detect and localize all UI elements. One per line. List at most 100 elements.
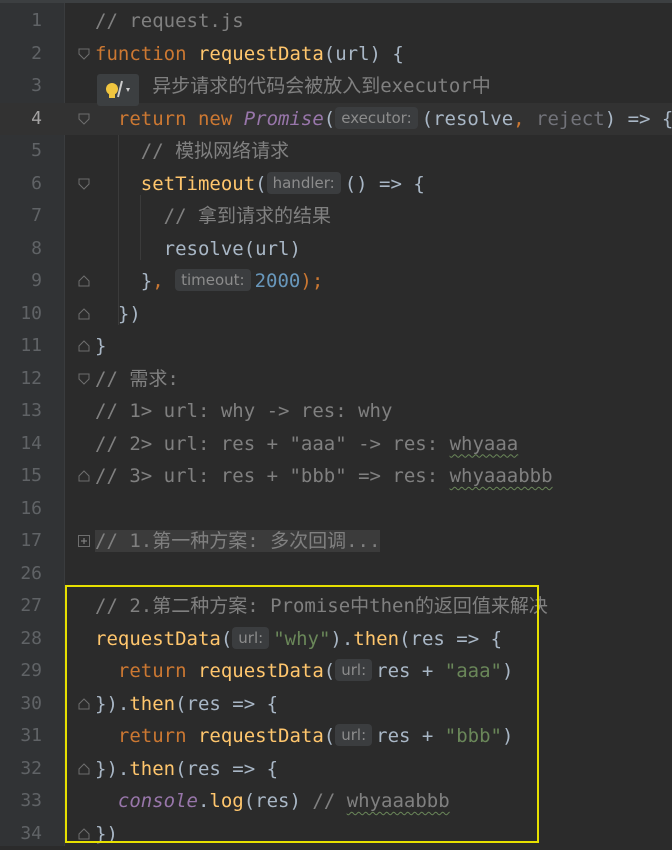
line-number[interactable]: 30 (0, 688, 42, 721)
code-text[interactable]: // 拿到请求的结果 (95, 200, 331, 233)
fold-expand-icon[interactable] (78, 535, 90, 547)
code-line-1[interactable]: 1 // request.js (0, 5, 672, 38)
code-token: // 1.第一种方案: 多次回调... (95, 530, 380, 552)
line-number[interactable]: 4 (0, 103, 42, 136)
code-token: (url) { (324, 43, 404, 65)
code-token: ( (255, 173, 266, 195)
parameter-hint: handler: (267, 172, 341, 194)
fold-marker-icon[interactable] (78, 178, 90, 190)
code-token: resolve(url) (95, 238, 301, 260)
code-token: , (513, 108, 536, 130)
line-number[interactable]: 16 (0, 493, 42, 526)
code-text[interactable]: // 需求: (95, 363, 179, 396)
fold-marker-icon[interactable] (78, 48, 90, 60)
code-text[interactable]: // 2> url: res + "aaa" -> res: whyaaa (95, 428, 518, 461)
line-number[interactable]: 7 (0, 200, 42, 233)
code-token: 异步请求的代码会被放入到executor中 (95, 75, 491, 97)
line-number[interactable]: 28 (0, 623, 42, 656)
code-line-5[interactable]: 5 // 模拟网络请求 (0, 135, 672, 168)
code-line-14[interactable]: 14 // 2> url: res + "aaa" -> res: whyaaa (0, 428, 672, 461)
line-number[interactable]: 17 (0, 525, 42, 558)
code-text[interactable]: // request.js (95, 5, 244, 38)
fold-marker-icon[interactable] (78, 470, 90, 482)
code-token: ( (324, 108, 335, 130)
code-token: function (95, 43, 198, 65)
line-number[interactable]: 11 (0, 330, 42, 363)
line-number[interactable]: 15 (0, 460, 42, 493)
line-number[interactable]: 12 (0, 363, 42, 396)
line-number[interactable]: 2 (0, 38, 42, 71)
line-number[interactable]: 9 (0, 265, 42, 298)
code-line-7[interactable]: 7 // 拿到请求的结果 (0, 200, 672, 233)
code-line-8[interactable]: 8 resolve(url) (0, 233, 672, 266)
code-text[interactable]: // 1> url: why -> res: why (95, 395, 392, 428)
code-line-16[interactable]: 16 (0, 493, 672, 526)
code-text[interactable]: // 1.第一种方案: 多次回调... (95, 525, 380, 558)
code-text[interactable]: 异步请求的代码会被放入到executor中 (95, 70, 491, 103)
code-token: , (152, 270, 175, 292)
line-number[interactable]: 14 (0, 428, 42, 461)
code-text[interactable]: setTimeout(handler:() => { (95, 168, 425, 201)
parameter-hint: executor: (335, 107, 417, 129)
line-number[interactable]: 26 (0, 558, 42, 591)
line-number[interactable]: 13 (0, 395, 42, 428)
code-text[interactable]: // 3> url: res + "bbb" => res: whyaaabbb (95, 460, 553, 493)
line-number[interactable]: 29 (0, 655, 42, 688)
fold-marker-icon[interactable] (78, 308, 90, 320)
code-token: } (95, 270, 152, 292)
code-token: () => { (345, 173, 425, 195)
code-text[interactable]: return new Promise(executor:(resolve, re… (95, 103, 672, 136)
code-token: // 3> url: res + "bbb" => res: (95, 465, 450, 487)
code-text[interactable]: }, timeout:2000); (95, 265, 323, 298)
code-token: // request.js (95, 10, 244, 32)
code-line-12[interactable]: 12 // 需求: (0, 363, 672, 396)
code-text[interactable]: function requestData(url) { (95, 38, 404, 71)
parameter-hint: timeout: (175, 269, 251, 291)
line-number[interactable]: 33 (0, 785, 42, 818)
line-number[interactable]: 1 (0, 5, 42, 38)
line-number[interactable]: 6 (0, 168, 42, 201)
code-text[interactable]: } (95, 330, 106, 363)
code-token: return new (95, 108, 244, 130)
fold-marker-icon[interactable] (78, 373, 90, 385)
code-line-13[interactable]: 13 // 1> url: why -> res: why (0, 395, 672, 428)
editor-top-edge (0, 0, 672, 3)
code-token: ); (300, 270, 323, 292)
line-number[interactable]: 27 (0, 590, 42, 623)
fold-marker-icon[interactable] (78, 340, 90, 352)
code-line-17[interactable]: 17 // 1.第一种方案: 多次回调... (0, 525, 672, 558)
line-number[interactable]: 34 (0, 818, 42, 850)
code-token: // 2> url: res + "aaa" -> res: (95, 433, 450, 455)
highlight-box (65, 585, 539, 843)
line-number[interactable]: 3 (0, 70, 42, 103)
intention-actions-popup[interactable] (97, 74, 139, 106)
line-number[interactable]: 31 (0, 720, 42, 753)
lightbulb-icon[interactable] (97, 74, 139, 106)
line-number[interactable]: 32 (0, 753, 42, 786)
code-text[interactable]: }) (95, 298, 141, 331)
code-text[interactable]: // 模拟网络请求 (95, 135, 289, 168)
line-number[interactable]: 5 (0, 135, 42, 168)
code-token: reject (536, 108, 605, 130)
code-text[interactable]: resolve(url) (95, 233, 301, 266)
code-token: whyaaabbb (450, 465, 553, 487)
fold-marker-icon[interactable] (78, 275, 90, 287)
code-line-6[interactable]: 6 setTimeout(handler:() => { (0, 168, 672, 201)
code-token: whyaaa (450, 433, 519, 455)
code-line-2[interactable]: 2 function requestData(url) { (0, 38, 672, 71)
code-token: // 拿到请求的结果 (95, 205, 331, 227)
code-token: (resolve (422, 108, 514, 130)
fold-marker-icon[interactable] (78, 113, 90, 125)
code-editor[interactable]: 1 // request.js 2 function requestData(url)… (0, 0, 672, 846)
line-number[interactable]: 8 (0, 233, 42, 266)
code-token: requestData (198, 43, 324, 65)
code-line-11[interactable]: 11} (0, 330, 672, 363)
code-token: } (95, 335, 106, 357)
code-line-4[interactable]: 4 return new Promise(executor:(resolve, … (0, 103, 672, 136)
code-token: // 模拟网络请求 (95, 140, 289, 162)
code-token: }) (95, 303, 141, 325)
code-line-9[interactable]: 9 }, timeout:2000); (0, 265, 672, 298)
code-line-15[interactable]: 15 // 3> url: res + "bbb" => res: whyaaab… (0, 460, 672, 493)
line-number[interactable]: 10 (0, 298, 42, 331)
code-line-10[interactable]: 10 }) (0, 298, 672, 331)
